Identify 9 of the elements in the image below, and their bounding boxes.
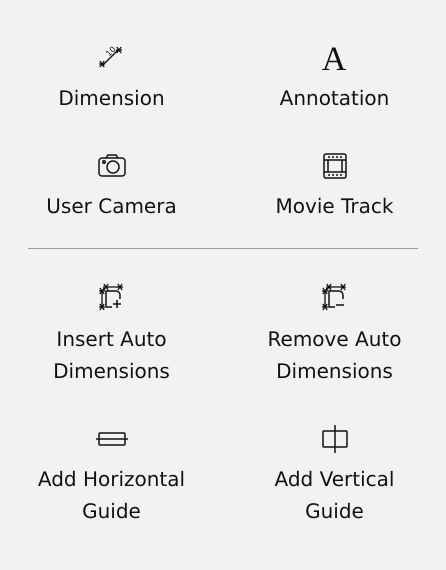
command-button[interactable]: Movie Track [234, 150, 434, 222]
command-button[interactable]: Add Horizontal Guide [12, 423, 212, 527]
command-button[interactable]: User Camera [12, 150, 212, 222]
letter-icon: A [318, 42, 350, 74]
command-button[interactable]: Remove Auto Dimensions [234, 283, 434, 387]
command-button[interactable]: Insert Auto Dimensions [12, 283, 212, 387]
command-button[interactable]: 10 Dimension [12, 42, 212, 114]
command-button[interactable]: Add Vertical Guide [234, 423, 434, 527]
command-button[interactable]: A Annotation [234, 42, 434, 114]
